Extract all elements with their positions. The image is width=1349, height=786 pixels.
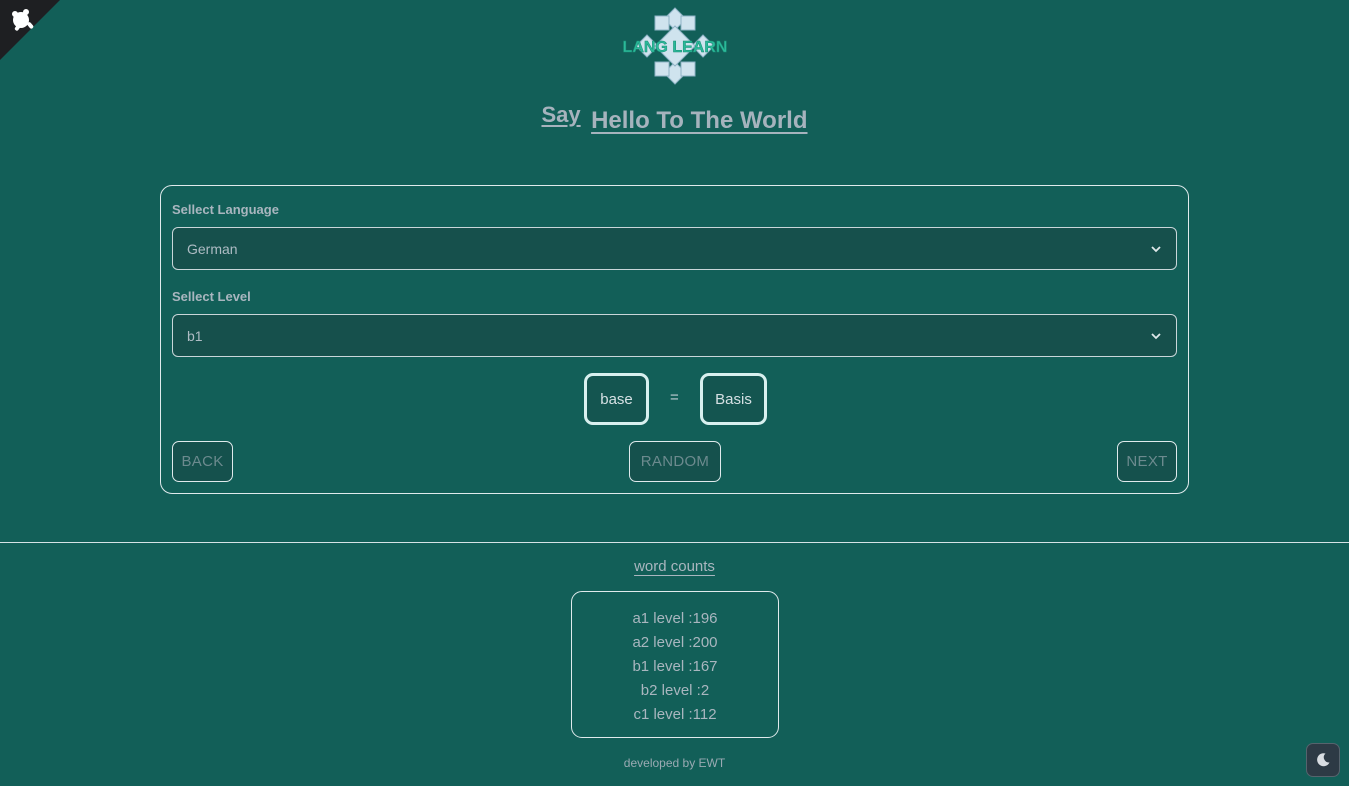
page-title: Say Hello To The World: [0, 102, 1349, 134]
section-divider: [0, 542, 1349, 543]
level-select-value: b1: [187, 327, 203, 344]
flashcard-panel: Sellect Language German Sellect Level b1…: [160, 185, 1189, 494]
count-a1: a1 level :196: [632, 610, 718, 627]
count-b1: b1 level :167: [632, 658, 718, 675]
footer-credit: developed by EWT: [623, 756, 726, 770]
headline-link[interactable]: Hello To The World: [591, 107, 807, 135]
say-label: Say: [541, 102, 581, 127]
count-c1: c1 level :112: [633, 706, 717, 723]
source-word[interactable]: base: [584, 373, 649, 425]
translation-word[interactable]: Basis: [700, 373, 767, 425]
equals-sign: =: [670, 389, 679, 406]
count-a2: a2 level :200: [632, 634, 718, 651]
github-corner-icon: [0, 0, 60, 60]
word-counts-title: word counts: [634, 558, 715, 575]
next-button[interactable]: NEXT: [1117, 441, 1177, 482]
count-b2: b2 level :2: [640, 682, 710, 699]
random-button[interactable]: RANDOM: [629, 441, 721, 482]
moon-icon: [1317, 753, 1330, 767]
github-corner-link[interactable]: [0, 0, 60, 60]
page: LANG LEARN Say Hello To The World Sellec…: [0, 0, 1349, 786]
word-pair: base = Basis: [161, 373, 1190, 425]
language-select-value: German: [187, 240, 238, 257]
logo-text: LANG LEARN: [623, 39, 728, 56]
back-button[interactable]: BACK: [172, 441, 233, 482]
level-label: Sellect Level: [172, 289, 251, 304]
word-counts-box: a1 level :196 a2 level :200 b1 level :16…: [571, 591, 779, 738]
language-label: Sellect Language: [172, 202, 279, 217]
level-select[interactable]: b1: [172, 314, 1177, 357]
theme-toggle-button[interactable]: [1306, 743, 1340, 777]
language-select[interactable]: German: [172, 227, 1177, 270]
lang-learn-logo: LANG LEARN: [622, 6, 728, 86]
chevron-down-icon: [1151, 245, 1161, 252]
chevron-down-icon: [1151, 332, 1161, 339]
